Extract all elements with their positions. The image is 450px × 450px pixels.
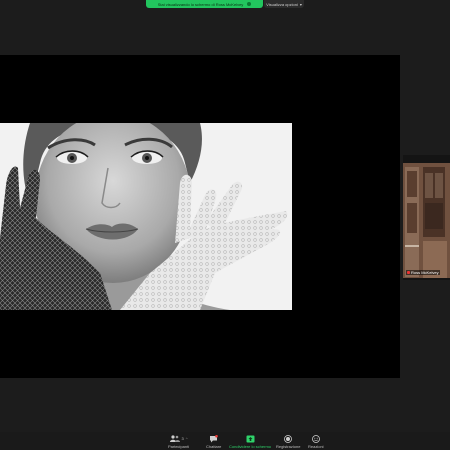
chat-icon	[210, 434, 218, 442]
room-background-graphic	[403, 163, 450, 278]
reactions-label: Reazioni	[308, 444, 324, 449]
record-button[interactable]: Registrazione	[276, 434, 300, 449]
share-screen-label: Condividere lo schermo	[229, 444, 272, 449]
reactions-button[interactable]: Reazioni	[308, 434, 324, 449]
share-status-pill: Stai visualizzando lo schermo di Ross Mc…	[146, 0, 263, 8]
participant-video: Ross McKelvey	[403, 163, 450, 278]
meeting-toolbar: 3 ^ Partecipanti Chattare Condividere lo…	[0, 432, 450, 450]
participants-icon	[169, 435, 180, 442]
participants-label: Partecipanti	[168, 444, 190, 449]
share-banner: Stai visualizzando lo schermo di Ross Mc…	[146, 0, 304, 8]
participant-name: Ross McKelvey	[411, 270, 439, 275]
view-options-label: Visualizza opzioni	[266, 1, 298, 7]
participants-button[interactable]: 3 ^ Partecipanti	[168, 434, 189, 449]
view-options-button[interactable]: Visualizza opzioni ▾	[264, 0, 304, 8]
reactions-icon	[311, 434, 320, 443]
share-screen-button[interactable]: Condividere lo schermo	[229, 434, 271, 449]
participant-thumbnail[interactable]: Ross McKelvey	[403, 155, 450, 280]
share-screen-icon	[246, 435, 255, 442]
muted-mic-icon	[407, 271, 410, 274]
participants-caret-icon[interactable]: ^	[186, 436, 188, 441]
chat-button[interactable]: Chattare	[206, 434, 221, 449]
record-label: Registrazione	[276, 444, 301, 449]
record-icon	[284, 434, 293, 443]
participants-count: 3	[181, 436, 184, 441]
participant-name-tag: Ross McKelvey	[406, 270, 440, 275]
shared-screen[interactable]	[0, 55, 400, 378]
portrait-graphic	[0, 123, 292, 310]
share-status-indicator-icon	[247, 2, 252, 6]
chat-label: Chattare	[206, 444, 222, 449]
shared-portrait-image	[0, 123, 292, 310]
chevron-down-icon: ▾	[299, 1, 302, 7]
share-status-text: Stai visualizzando lo schermo di Ross Mc…	[157, 1, 244, 7]
